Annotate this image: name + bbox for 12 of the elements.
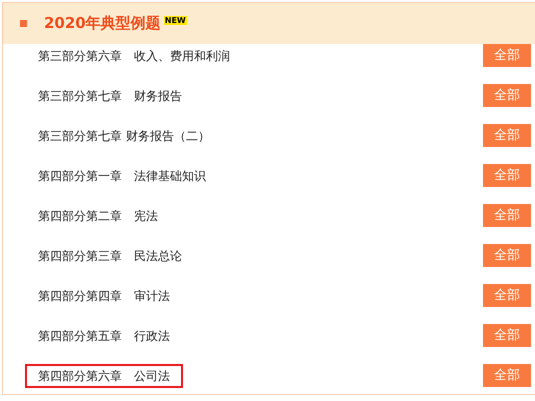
- chapter-link[interactable]: 第三部分第七章 财务报告: [25, 84, 195, 108]
- chapter-link[interactable]: 第四部分第六章 公司法: [25, 364, 183, 388]
- chapter-link[interactable]: 第三部分第七章 财务报告（二）: [25, 124, 223, 148]
- new-badge: NEW: [164, 16, 187, 25]
- section-title: 2020年典型例题: [44, 14, 161, 33]
- chapter-link[interactable]: 第四部分第四章 审计法: [25, 284, 183, 308]
- chapter-link[interactable]: 第四部分第五章 行政法: [25, 324, 183, 348]
- chapter-link[interactable]: 第四部分第三章 民法总论: [25, 244, 195, 268]
- chapter-link[interactable]: 第三部分第六章 收入、费用和利润: [25, 44, 243, 68]
- chapter-link[interactable]: 第四部分第二章 宪法: [25, 204, 171, 228]
- chapter-link[interactable]: 第四部分第一章 法律基础知识: [25, 164, 219, 188]
- bullet-icon: [20, 20, 27, 27]
